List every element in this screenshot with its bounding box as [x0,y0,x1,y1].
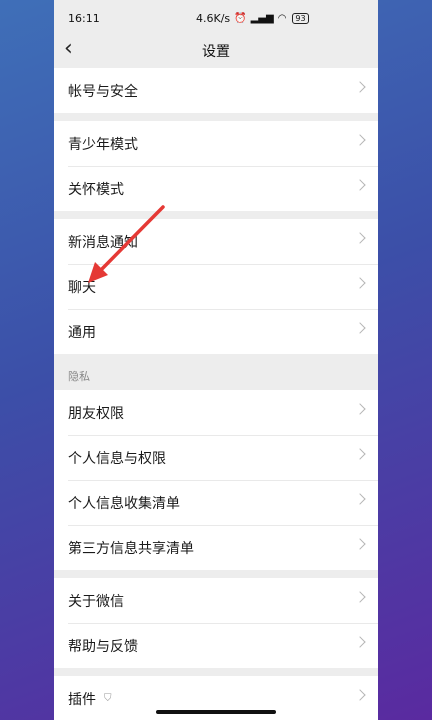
row-label: 个人信息收集清单 [68,495,180,512]
group-privacy: 朋友权限 个人信息与权限 个人信息收集清单 第三方信息共享清单 [54,390,378,570]
chevron-right-icon [354,448,366,460]
wifi-icon: ◠ [277,13,287,24]
chevron-right-icon [354,179,366,191]
group-modes: 青少年模式 关怀模式 [54,121,378,211]
row-new-message-notify[interactable]: 新消息通知 [54,219,378,264]
row-label: 关于微信 [68,593,124,610]
network-speed: 4.6K/s [196,12,231,25]
section-privacy-label: 隐私 [68,370,90,383]
status-bar: 16:11 4.6K/s ⏰ ▂▄▆ ◠ 93 [54,0,378,37]
row-label: 聊天 [68,279,96,296]
battery-icon: 93 [292,13,309,24]
chevron-right-icon [354,636,366,648]
home-indicator[interactable] [156,710,276,714]
group-notify: 新消息通知 聊天 通用 [54,219,378,354]
group-about: 关于微信 帮助与反馈 [54,578,378,668]
row-about-wechat[interactable]: 关于微信 [54,578,378,623]
chevron-right-icon [354,322,366,334]
row-label: 个人信息与权限 [68,450,166,467]
status-right: 4.6K/s ⏰ ▂▄▆ ◠ 93 [196,12,309,25]
chevron-right-icon [354,591,366,603]
row-label: 第三方信息共享清单 [68,540,194,557]
row-help-feedback[interactable]: 帮助与反馈 [54,623,378,668]
phone-screen: 16:11 4.6K/s ⏰ ▂▄▆ ◠ 93 ‹ 设置 帐号与安全 青少年模式… [54,0,378,720]
alarm-icon: ⏰ [234,13,247,24]
row-teen-mode[interactable]: 青少年模式 [54,121,378,166]
row-label: 帮助与反馈 [68,638,138,655]
row-label: 新消息通知 [68,234,138,251]
row-label: 插件 [68,691,96,708]
chevron-right-icon [354,277,366,289]
chevron-right-icon [354,134,366,146]
status-time: 16:11 [68,12,100,25]
chevron-right-icon [354,232,366,244]
chevron-right-icon [354,403,366,415]
row-chat[interactable]: 聊天 [54,264,378,309]
row-label: 关怀模式 [68,181,124,198]
chevron-right-icon [354,81,366,93]
row-personal-info-collection[interactable]: 个人信息收集清单 [54,480,378,525]
row-friend-permissions[interactable]: 朋友权限 [54,390,378,435]
row-general[interactable]: 通用 [54,309,378,354]
row-third-party-sharing[interactable]: 第三方信息共享清单 [54,525,378,570]
row-label: 青少年模式 [68,136,138,153]
row-label: 朋友权限 [68,405,124,422]
chevron-right-icon [354,538,366,550]
shield-icon: ⛉ [104,693,112,704]
signal-icon: ▂▄▆ [250,13,274,24]
chevron-right-icon [354,493,366,505]
nav-bar: ‹ 设置 [54,37,378,68]
group-account: 帐号与安全 [54,68,378,113]
page-title: 设置 [202,44,230,60]
chevron-right-icon [354,689,366,701]
row-label: 通用 [68,324,96,341]
row-care-mode[interactable]: 关怀模式 [54,166,378,211]
row-personal-info-permissions[interactable]: 个人信息与权限 [54,435,378,480]
row-label: 帐号与安全 [68,83,138,100]
row-account-security[interactable]: 帐号与安全 [54,68,378,113]
